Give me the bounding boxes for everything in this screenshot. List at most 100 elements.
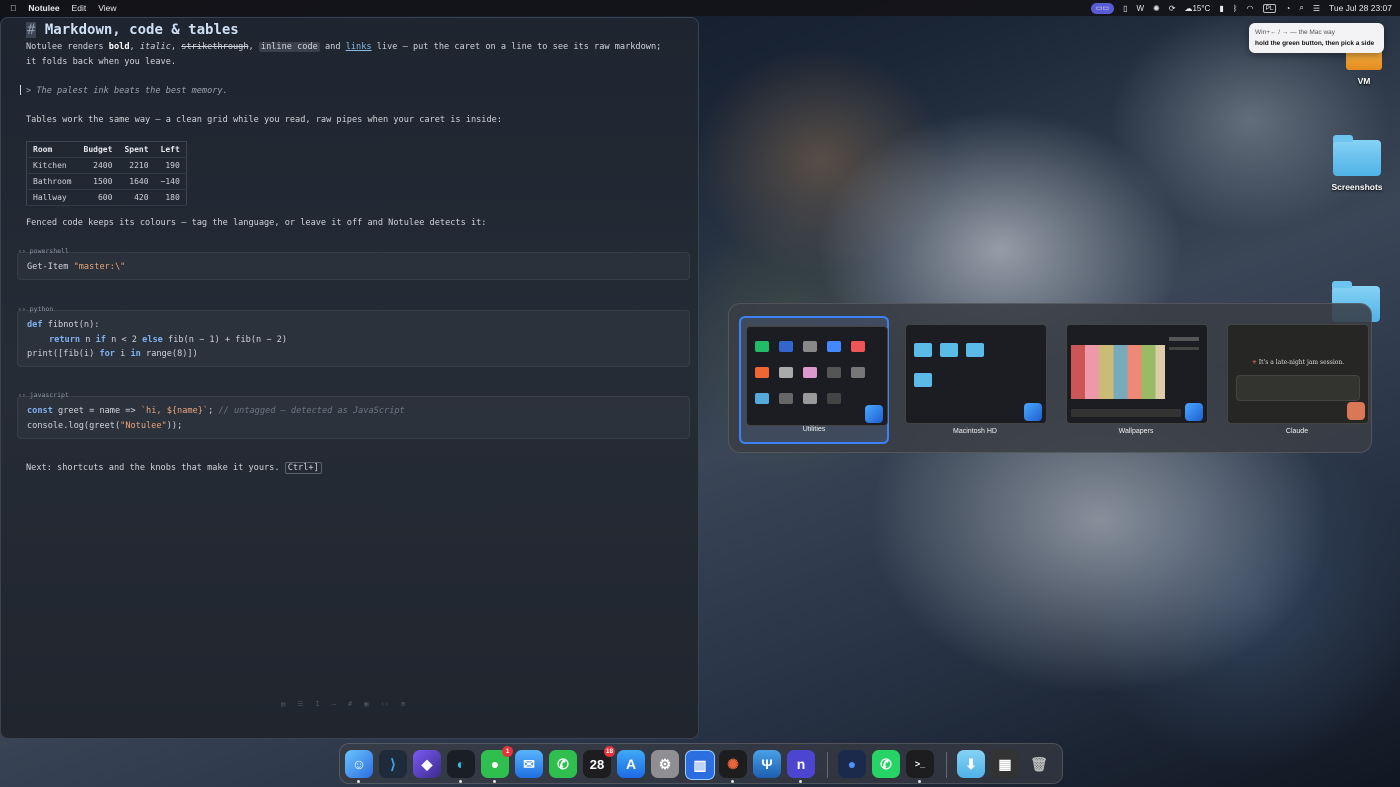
bookmark-icon[interactable]: ▯ xyxy=(1123,4,1127,13)
airdrop-icon[interactable]: ◠ xyxy=(1247,4,1254,13)
table-cell: 2210 xyxy=(118,157,155,174)
finder-badge-icon xyxy=(865,405,883,423)
stack-folder-icon[interactable]: ▦ xyxy=(991,750,1019,778)
trash-icon[interactable]: 🗑 xyxy=(1025,750,1053,778)
app-icon xyxy=(827,341,841,352)
table-header: Spent xyxy=(118,141,155,158)
code-icon[interactable]: ‹› xyxy=(380,700,388,708)
messages-icon[interactable]: ● 1 xyxy=(481,746,513,778)
document-heading[interactable]: # Markdown, code & tables xyxy=(26,22,239,38)
table-cell: 1500 xyxy=(77,173,119,190)
code-token: fibnot(n): xyxy=(42,320,100,330)
heading-marker: # xyxy=(26,22,37,38)
code-keyword: else xyxy=(142,334,163,345)
weather-item[interactable]: ☁15°C xyxy=(1184,4,1210,13)
link-sample[interactable]: links xyxy=(346,42,372,52)
desktop-icon-label: Screenshots xyxy=(1331,182,1383,192)
w-status-icon[interactable]: W xyxy=(1136,4,1144,13)
code-keyword: const xyxy=(27,406,53,416)
switcher-item-claude[interactable]: ✳ It's a late-night jam session. Claude xyxy=(1222,316,1372,444)
table-header: Budget xyxy=(77,141,119,158)
heading-text: Markdown, code & tables xyxy=(44,22,239,38)
whatsapp-icon[interactable]: ✆ xyxy=(872,750,900,778)
app-icon xyxy=(755,393,769,404)
notulee-editor-window[interactable]: # Markdown, code & tables Notulee render… xyxy=(0,17,699,739)
image-icon[interactable]: ▣ xyxy=(364,700,368,708)
vscode-icon[interactable]: ⟩ xyxy=(379,750,407,778)
finder-badge-icon xyxy=(1185,403,1203,421)
menu-edit[interactable]: Edit xyxy=(72,3,87,13)
phone-icon[interactable]: ✆ xyxy=(549,750,577,778)
heading-icon[interactable]: # xyxy=(348,700,352,708)
table-cell: Bathroom xyxy=(26,173,78,190)
code-block-powershell[interactable]: Get-Item "master:\" xyxy=(17,252,690,280)
tables-intro[interactable]: Tables work the same way — a clean grid … xyxy=(26,113,676,128)
code-line: def fibnot(n): xyxy=(27,318,680,333)
downloads-folder-icon[interactable]: ⬇ xyxy=(957,750,985,778)
italic-icon[interactable]: I xyxy=(316,700,320,708)
search-icon[interactable]: ⌕ xyxy=(1299,3,1303,13)
edge-icon[interactable]: ◐ xyxy=(447,750,475,778)
stage-manager-icon[interactable]: ▭▭ xyxy=(1090,2,1115,14)
app-icon xyxy=(755,367,769,378)
fork-icon[interactable]: Ψ xyxy=(753,750,781,778)
obsidian-icon[interactable]: ◆ xyxy=(413,750,441,778)
folder-icon xyxy=(1333,135,1381,176)
italic-sample: italic xyxy=(139,42,171,52)
table-cell: 420 xyxy=(118,189,155,206)
input-source[interactable]: PL xyxy=(1262,3,1277,13)
system-settings-icon[interactable]: ⚙ xyxy=(651,750,679,778)
app-store-icon[interactable]: A xyxy=(617,750,645,778)
intro-paragraph[interactable]: Notulee renders bold, italic, strikethro… xyxy=(26,40,676,69)
calendar-icon[interactable]: 28 18 xyxy=(583,746,615,778)
switcher-item-utilities[interactable]: Utilities xyxy=(739,316,889,444)
intro-sep: and xyxy=(319,42,346,52)
apple-menu-icon[interactable]:  xyxy=(10,3,16,13)
brightness-icon[interactable]: ✺ xyxy=(1153,4,1160,13)
xcode-simulator-icon[interactable]: ▥ xyxy=(685,750,715,780)
claude-greeting-text: It's a late-night jam session. xyxy=(1258,359,1345,366)
code-keyword: if xyxy=(95,334,106,345)
sidebar-line xyxy=(1169,337,1199,341)
code-block-python[interactable]: def fibnot(n): return n if n < 2 else fi… xyxy=(17,310,690,367)
code-token: ; xyxy=(208,406,219,416)
table-icon[interactable]: ⊞ xyxy=(401,700,405,708)
running-indicator xyxy=(459,780,462,783)
sidebar-line xyxy=(1169,347,1199,350)
switcher-item-wallpapers[interactable]: Wallpapers xyxy=(1061,316,1211,444)
strike-icon[interactable]: — xyxy=(332,700,336,708)
table-cell: Hallway xyxy=(26,189,78,206)
signal-icon[interactable]: ● xyxy=(838,750,866,778)
control-center-icon[interactable]: ☰ xyxy=(1313,4,1320,13)
app-icon xyxy=(803,393,817,404)
next-line[interactable]: Next: shortcuts and the knobs that make … xyxy=(26,461,676,476)
code-block-javascript[interactable]: const greet = name => `hi, ${name}`; // … xyxy=(17,396,690,439)
claude-icon[interactable]: ✺ xyxy=(719,750,747,778)
finder-icon[interactable]: ☺ xyxy=(345,750,373,778)
menu-app-name[interactable]: Notulee xyxy=(28,3,59,13)
sync-icon[interactable]: ⟳ xyxy=(1169,4,1176,13)
switcher-item-macintosh-hd[interactable]: Macintosh HD xyxy=(900,316,1050,444)
switcher-label: Macintosh HD xyxy=(953,428,997,435)
doc-icon[interactable]: ▤ xyxy=(281,700,285,708)
bluetooth-icon[interactable]: ᛒ xyxy=(1233,4,1238,13)
desktop-icon-vm[interactable]: VM xyxy=(1338,48,1390,86)
table-cell: 600 xyxy=(77,189,119,206)
menu-view[interactable]: View xyxy=(98,3,116,13)
wifi-icon[interactable]: ◔ xyxy=(1285,4,1290,13)
utilities-preview xyxy=(746,326,888,426)
claude-preview: ✳ It's a late-night jam session. xyxy=(1227,324,1369,424)
budget-table[interactable]: Room Budget Spent Left Kitchen 2400 2210… xyxy=(26,141,187,206)
desktop-icon-screenshots[interactable]: Screenshots xyxy=(1326,135,1388,192)
fenced-intro[interactable]: Fenced code keeps its colours — tag the … xyxy=(26,216,676,231)
menu-clock[interactable]: Tue Jul 28 23:07 xyxy=(1329,3,1392,13)
list-icon[interactable]: ☰ xyxy=(297,700,303,708)
table-cell: 2400 xyxy=(77,157,119,174)
intro-text: Notulee renders xyxy=(26,42,109,52)
mail-icon[interactable]: ✉ xyxy=(515,750,543,778)
battery-icon[interactable]: ▮ xyxy=(1219,4,1223,13)
claude-badge-icon xyxy=(1347,402,1365,420)
blockquote[interactable]: > The palest ink beats the best memory. xyxy=(26,84,676,99)
terminal-icon[interactable]: >_ xyxy=(906,750,934,778)
notulee-icon[interactable]: n xyxy=(787,750,815,778)
